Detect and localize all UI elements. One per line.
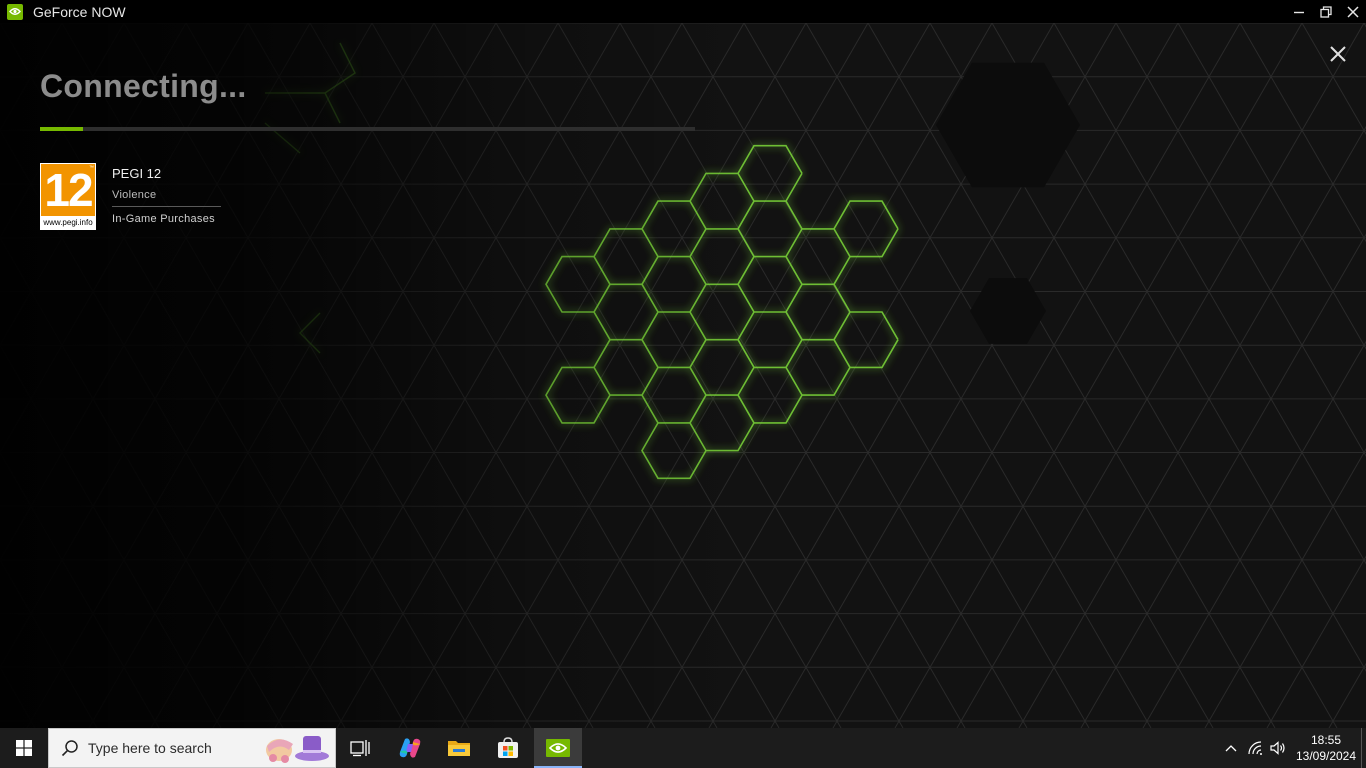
speaker-icon <box>1270 741 1285 755</box>
store-icon <box>498 737 518 758</box>
pegi-badge-url: www.pegi.info <box>43 218 93 227</box>
taskbar: Type here to search 18:55 13/09/2024 <box>0 728 1366 768</box>
taskbar-clock[interactable]: 18:55 13/09/2024 <box>1290 732 1362 764</box>
start-button[interactable] <box>0 728 48 768</box>
title-bar: GeForce NOW <box>0 0 1366 23</box>
show-desktop-button[interactable] <box>1361 728 1366 768</box>
network-button[interactable] <box>1245 728 1267 768</box>
restore-icon <box>1319 5 1332 18</box>
rating-divider <box>112 206 221 207</box>
connection-progress-bar <box>40 127 695 131</box>
loading-screen: Connecting... 12 ™ www.pegi.info PEGI 12… <box>0 23 1366 728</box>
rating-title: PEGI 12 <box>112 166 162 181</box>
microsoft-store-button[interactable] <box>484 728 532 768</box>
pegi-12-badge: 12 ™ www.pegi.info <box>40 163 96 230</box>
cancel-connection-button[interactable] <box>1324 40 1352 68</box>
window-controls <box>1285 0 1366 23</box>
rating-details: PEGI 12 Violence In-Game Purchases <box>112 163 221 230</box>
screen: GeForce NOW Connecting... 12 ™ www.pegi.… <box>0 0 1366 768</box>
connecting-status: Connecting... <box>40 68 247 104</box>
copilot-icon <box>399 738 421 758</box>
restore-button[interactable] <box>1312 0 1339 23</box>
wifi-icon <box>1248 741 1262 755</box>
volume-button[interactable] <box>1267 728 1289 768</box>
rating-descriptor: In-Game Purchases <box>112 213 215 225</box>
close-icon <box>1346 5 1359 18</box>
file-explorer-button[interactable] <box>435 728 483 768</box>
close-window-button[interactable] <box>1339 0 1366 23</box>
close-icon <box>1330 46 1346 62</box>
copilot-button[interactable] <box>386 728 434 768</box>
minimize-button[interactable] <box>1285 0 1312 23</box>
windows-icon <box>16 740 32 756</box>
nvidia-icon <box>7 3 23 20</box>
chevron-up-icon <box>1225 745 1237 752</box>
progress-fill <box>40 127 83 131</box>
folder-icon <box>448 741 470 756</box>
clock-time: 18:55 <box>1310 733 1342 747</box>
clock-date: 13/09/2024 <box>1295 749 1357 763</box>
task-view-icon <box>350 740 370 757</box>
pegi-badge-number: 12 <box>41 164 95 216</box>
task-view-button[interactable] <box>336 728 384 768</box>
show-hidden-icons-button[interactable] <box>1220 728 1242 768</box>
search-highlight-icon <box>266 736 329 763</box>
window-title: GeForce NOW <box>33 3 126 20</box>
search-icon <box>61 740 78 757</box>
taskbar-search-box[interactable]: Type here to search <box>48 728 336 768</box>
search-placeholder: Type here to search <box>88 740 212 756</box>
age-rating: 12 ™ www.pegi.info PEGI 12 Violence In-G… <box>40 163 221 230</box>
minimize-icon <box>1293 11 1304 13</box>
rating-descriptor: Violence <box>112 189 157 201</box>
nvidia-icon <box>546 739 570 757</box>
geforce-now-taskbar-button[interactable] <box>534 728 582 768</box>
trademark-icon: ™ <box>89 165 94 171</box>
